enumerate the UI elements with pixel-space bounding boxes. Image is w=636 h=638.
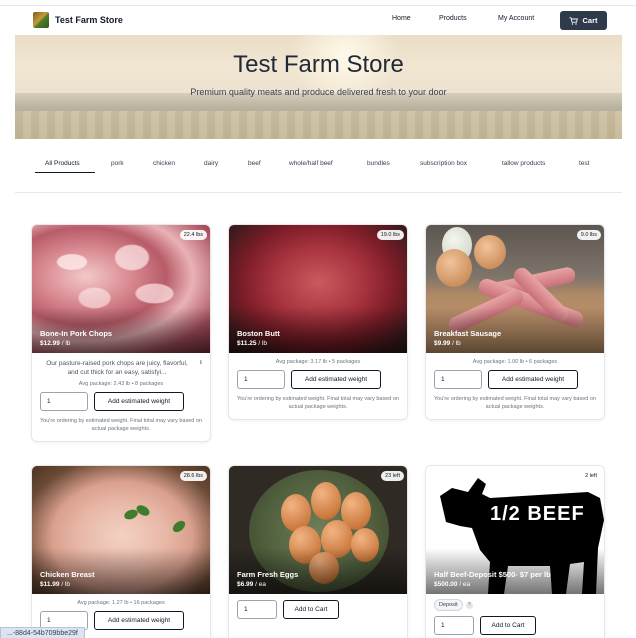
stock-badge: 23 left bbox=[381, 471, 404, 481]
stock-badge: 28.6 lbs bbox=[179, 471, 207, 481]
weight-note: You're ordering by estimated weight. Fin… bbox=[40, 418, 202, 432]
quantity-input[interactable]: 1 bbox=[40, 392, 88, 411]
product-card[interactable]: 19.0 lbs Boston Butt $11.25 / lb Avg pac… bbox=[228, 224, 408, 420]
product-price: $11.25 / lb bbox=[237, 340, 268, 347]
product-image[interactable]: 1/2 BEEF 2 left Half Beef-Deposit $500- … bbox=[426, 466, 604, 594]
hero-title: Test Farm Store bbox=[233, 51, 404, 78]
tab-chicken[interactable]: chicken bbox=[153, 160, 175, 167]
product-card[interactable]: 28.6 lbs Chicken Breast $11.99 / lb Avg … bbox=[31, 465, 211, 638]
tab-pork[interactable]: pork bbox=[111, 160, 124, 167]
cart-button[interactable]: Cart bbox=[560, 11, 607, 30]
product-name: Half Beef-Deposit $500- $7 per lb bbox=[434, 570, 551, 579]
product-name: Breakfast Sausage bbox=[434, 329, 502, 338]
nav-my-account[interactable]: My Account bbox=[498, 15, 534, 22]
product-price: $12.99 / lb bbox=[40, 340, 71, 347]
product-price: $500.00 / ea bbox=[434, 581, 471, 588]
tab-bundles[interactable]: bundles bbox=[367, 160, 390, 167]
tab-beef[interactable]: beef bbox=[248, 160, 261, 167]
nav-home[interactable]: Home bbox=[392, 15, 411, 22]
avg-package: Avg package: 1.00 lb • 6 packages bbox=[472, 359, 558, 365]
product-name: Bone-In Pork Chops bbox=[40, 329, 113, 338]
avg-package: Avg package: 3.17 lb • 5 packages bbox=[275, 359, 361, 365]
avg-package: Avg package: 1.27 lb • 16 packages bbox=[77, 600, 165, 606]
nav-products[interactable]: Products bbox=[439, 15, 467, 22]
status-url-text: ...-88d4-54b709bbe29f bbox=[7, 630, 78, 637]
product-image[interactable]: 19.0 lbs Boston Butt $11.25 / lb bbox=[229, 225, 407, 353]
product-card[interactable]: 9.0 lbs Breakfast Sausage $9.99 / lb Avg… bbox=[425, 224, 605, 420]
add-to-cart-button[interactable]: Add to Cart bbox=[283, 600, 339, 619]
quantity-input[interactable]: 1 bbox=[434, 616, 474, 635]
weight-note: You're ordering by estimated weight. Fin… bbox=[237, 396, 399, 410]
cart-label: Cart bbox=[582, 16, 598, 25]
add-estimated-weight-button[interactable]: Add estimated weight bbox=[94, 611, 184, 630]
product-price: $9.99 / lb bbox=[434, 340, 461, 347]
product-card[interactable]: 22.4 lbs Bone-In Pork Chops $12.99 / lb … bbox=[31, 224, 211, 442]
info-icon[interactable]: ℹ bbox=[200, 359, 202, 368]
product-image[interactable]: 28.6 lbs Chicken Breast $11.99 / lb bbox=[32, 466, 210, 594]
avg-package: Avg package: 2.43 lb • 8 packages bbox=[78, 381, 164, 387]
quantity-input[interactable]: 1 bbox=[434, 370, 482, 389]
product-image[interactable]: 23 left Farm Fresh Eggs $6.99 / ea bbox=[229, 466, 407, 594]
tab-subscription-box[interactable]: subscription box bbox=[420, 160, 467, 167]
product-card[interactable]: 23 left Farm Fresh Eggs $6.99 / ea 1 Add… bbox=[228, 465, 408, 638]
add-to-cart-button[interactable]: Add to Cart bbox=[480, 616, 536, 635]
add-estimated-weight-button[interactable]: Add estimated weight bbox=[291, 370, 381, 389]
store-logo-icon[interactable] bbox=[33, 12, 49, 28]
stock-badge: 9.0 lbs bbox=[576, 230, 601, 240]
product-price: $11.99 / lb bbox=[40, 581, 71, 588]
tab-dairy[interactable]: dairy bbox=[204, 160, 218, 167]
hero-subtitle: Premium quality meats and produce delive… bbox=[190, 87, 447, 97]
product-image[interactable]: 9.0 lbs Breakfast Sausage $9.99 / lb bbox=[426, 225, 604, 353]
weight-note: You're ordering by estimated weight. Fin… bbox=[434, 396, 596, 410]
cow-image-text: 1/2 BEEF bbox=[490, 503, 585, 525]
product-name: Chicken Breast bbox=[40, 570, 95, 579]
brand-name[interactable]: Test Farm Store bbox=[55, 15, 123, 25]
tab-test[interactable]: test bbox=[579, 160, 589, 167]
add-estimated-weight-button[interactable]: Add estimated weight bbox=[488, 370, 578, 389]
stock-badge: 2 left bbox=[581, 471, 601, 481]
deposit-badge: Deposit bbox=[434, 599, 463, 611]
category-tabs: All Products pork chicken dairy beef who… bbox=[15, 153, 622, 193]
product-card[interactable]: 1/2 BEEF 2 left Half Beef-Deposit $500- … bbox=[425, 465, 605, 638]
tab-tallow-products[interactable]: tallow products bbox=[502, 160, 545, 167]
product-price: $6.99 / ea bbox=[237, 581, 266, 588]
product-image[interactable]: 22.4 lbs Bone-In Pork Chops $12.99 / lb bbox=[32, 225, 210, 353]
quantity-input[interactable]: 1 bbox=[237, 600, 277, 619]
product-name: Farm Fresh Eggs bbox=[237, 570, 299, 579]
help-icon[interactable]: ? bbox=[465, 601, 473, 609]
stock-badge: 19.0 lbs bbox=[376, 230, 404, 240]
navbar: Test Farm Store Home Products My Account… bbox=[14, 6, 622, 34]
tab-whole-half-beef[interactable]: whole/half beef bbox=[289, 160, 333, 167]
add-estimated-weight-button[interactable]: Add estimated weight bbox=[94, 392, 184, 411]
hero-banner: Test Farm Store Premium quality meats an… bbox=[15, 35, 622, 139]
hero-field bbox=[15, 111, 622, 139]
cart-icon bbox=[569, 16, 579, 25]
tab-all-products[interactable]: All Products bbox=[45, 160, 80, 167]
product-description: Our pasture-raised pork chops are juicy,… bbox=[46, 359, 202, 376]
stock-badge: 22.4 lbs bbox=[179, 230, 207, 240]
product-name: Boston Butt bbox=[237, 329, 280, 338]
status-url-bar: ...-88d4-54b709bbe29f bbox=[0, 627, 85, 638]
quantity-input[interactable]: 1 bbox=[237, 370, 285, 389]
active-tab-underline bbox=[35, 172, 95, 173]
